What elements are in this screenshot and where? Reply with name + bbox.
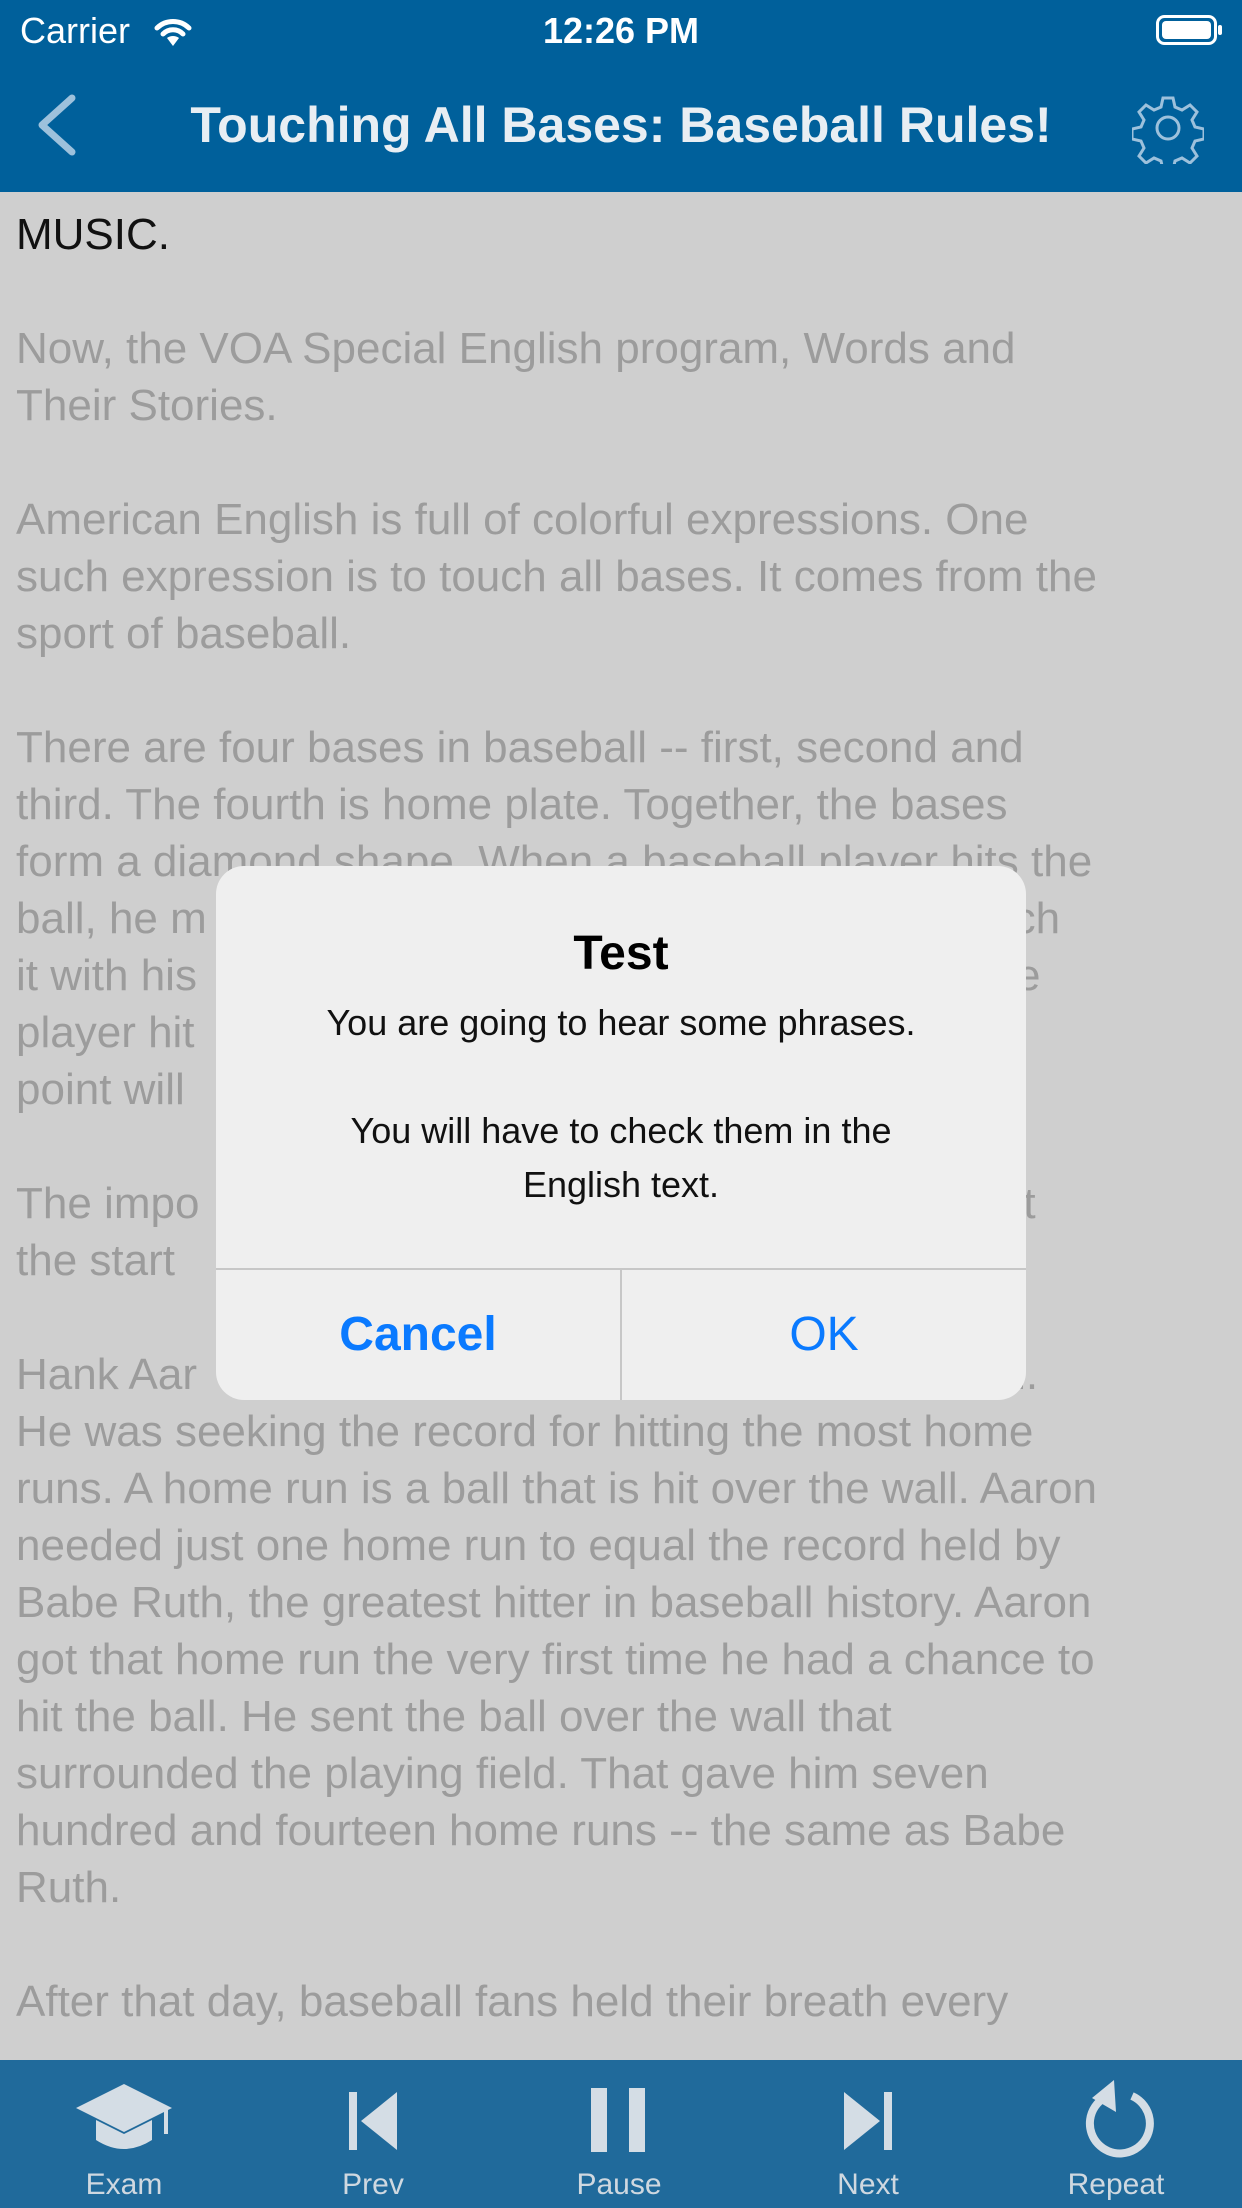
repeat-button[interactable]: Repeat [1036,2078,1196,2202]
repeat-label: Repeat [1067,2168,1165,2201]
text-line: MUSIC. [16,210,170,259]
text-line: There are four bases in baseball -- firs… [16,723,1024,772]
alert-message-line: You will have to check them in the [350,1110,892,1151]
alert-title: Test [573,927,669,980]
clock: 12:26 PM [542,10,700,51]
next-button[interactable]: Next [788,2078,948,2202]
ok-button[interactable]: OK [622,1270,1026,1400]
text-line [0,1916,1242,1973]
navigation-bar: Touching All Bases: Baseball Rules! [0,62,1242,192]
player-toolbar: Exam Prev Pause Next Repeat [0,2060,1242,2208]
text-line: got that home run the very first time he… [16,1635,1095,1684]
alert-message: You are going to hear some phrases. You … [256,996,986,1212]
text-line: Now, the VOA Special English program, Wo… [16,324,1016,373]
test-alert-dialog: Test You are going to hear some phrases.… [216,866,1026,1400]
text-line [0,434,1242,491]
text-line [0,263,1242,320]
gear-icon[interactable] [1132,92,1204,164]
prev-label: Prev [342,2168,404,2201]
exam-label: Exam [85,2168,163,2201]
exam-button[interactable]: Exam [44,2078,204,2202]
text-line: such expression is to touch all bases. I… [16,552,1097,601]
text-line: surrounded the playing field. That gave … [16,1749,989,1798]
cancel-button[interactable]: Cancel [216,1270,620,1400]
page-title: Touching All Bases: Baseball Rules! [190,97,1052,153]
text-line: After that day, baseball fans held their… [16,1977,1009,2026]
battery-icon [1156,15,1222,45]
alert-message-line: English text. [522,1164,720,1205]
text-line: needed just one home run to equal the re… [16,1521,1061,1570]
skip-back-icon [349,2092,397,2150]
skip-forward-icon [844,2092,892,2150]
text-line: Babe Ruth, the greatest hitter in baseba… [16,1578,1092,1627]
next-label: Next [837,2168,899,2201]
text-line: He was seeking the record for hitting th… [16,1407,1034,1456]
pause-button[interactable]: Pause [539,2078,699,2202]
text-line: third. The fourth is home plate. Togethe… [16,780,1008,829]
graduation-cap-icon [76,2084,172,2149]
pause-icon [591,2088,645,2152]
status-bar: Carrier 12:26 PM [0,0,1242,62]
repeat-icon [1085,2080,1154,2158]
pause-label: Pause [576,2168,662,2201]
text-line: Their Stories. [16,381,278,430]
alert-message-line: You are going to hear some phrases. [326,1002,916,1043]
text-line: sport of baseball. [16,609,352,658]
text-line [0,662,1242,719]
prev-button[interactable]: Prev [293,2078,453,2202]
text-line: American English is full of colorful exp… [16,495,1029,544]
text-line: hit the ball. He sent the ball over the … [16,1692,892,1741]
text-line: Ruth. [16,1863,122,1912]
text-line: runs. A home run is a ball that is hit o… [16,1464,1098,1513]
text-line: hundred and fourteen home runs -- the sa… [16,1806,1066,1855]
